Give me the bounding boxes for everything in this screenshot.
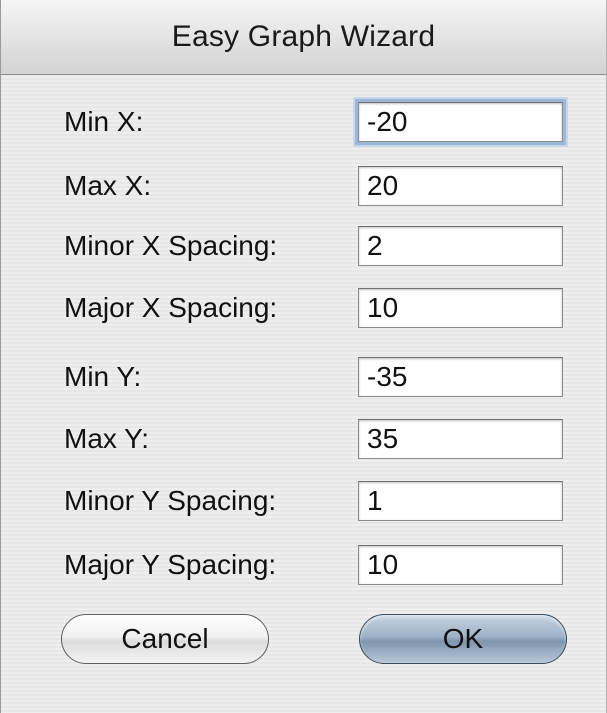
min-y-label: Min Y: — [64, 361, 142, 392]
major-y-spacing-row: Major Y Spacing: — [1, 539, 606, 591]
minor-x-spacing-field[interactable] — [358, 226, 563, 266]
minor-y-spacing-label: Minor Y Spacing: — [64, 485, 277, 516]
dialog-window: Easy Graph Wizard Min X: Max X: Minor X … — [0, 0, 607, 713]
major-x-spacing-field[interactable] — [358, 288, 563, 328]
min-x-row: Min X: — [1, 96, 606, 148]
ok-button[interactable]: OK — [359, 614, 567, 664]
max-x-row: Max X: — [1, 160, 606, 212]
min-x-label: Min X: — [64, 106, 144, 137]
major-x-spacing-label: Major X Spacing: — [64, 292, 278, 323]
max-x-field[interactable] — [358, 166, 563, 206]
minor-x-spacing-row: Minor X Spacing: — [1, 220, 606, 272]
major-y-spacing-label: Major Y Spacing: — [64, 549, 277, 580]
max-x-label: Max X: — [64, 170, 152, 201]
cancel-button[interactable]: Cancel — [61, 614, 269, 664]
min-y-field[interactable] — [358, 357, 563, 397]
minor-y-spacing-row: Minor Y Spacing: — [1, 475, 606, 527]
major-y-spacing-field[interactable] — [358, 545, 563, 585]
minor-y-spacing-field[interactable] — [358, 481, 563, 521]
max-y-row: Max Y: — [1, 413, 606, 465]
min-x-field[interactable] — [358, 102, 563, 142]
min-y-row: Min Y: — [1, 351, 606, 403]
window-title: Easy Graph Wizard — [171, 20, 436, 53]
max-y-label: Max Y: — [64, 423, 150, 454]
minor-x-spacing-label: Minor X Spacing: — [64, 230, 278, 261]
max-y-field[interactable] — [358, 419, 563, 459]
title-bar[interactable]: Easy Graph Wizard — [1, 0, 606, 75]
major-x-spacing-row: Major X Spacing: — [1, 282, 606, 334]
